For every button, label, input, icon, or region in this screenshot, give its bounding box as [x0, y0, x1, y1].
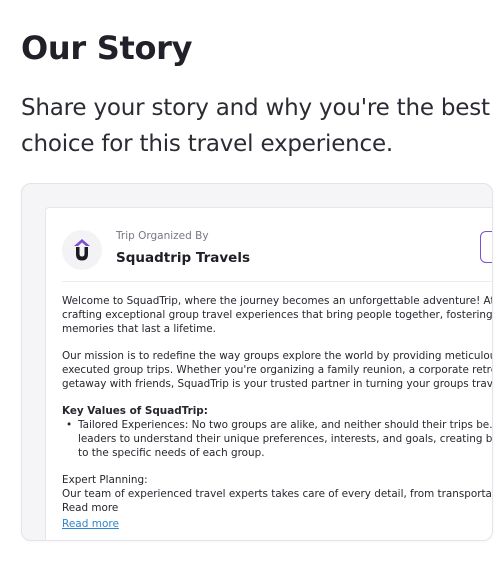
organizer-caption: Trip Organized By	[116, 230, 209, 242]
values-bullet-line: Tailored Experiences: No two groups are …	[62, 418, 492, 432]
read-more-inline-text: Read more	[62, 502, 119, 514]
values-heading: Key Values of SquadTrip:	[62, 405, 208, 417]
story-body: Welcome to SquadTrip, where the journey …	[62, 294, 493, 515]
story-line: Welcome to SquadTrip, where the journey …	[62, 295, 493, 307]
story-line: memories that last a lifetime.	[62, 323, 216, 335]
story-preview-frame: Trip Organized By Squadtrip Travels Welc…	[21, 183, 493, 541]
expert-heading: Expert Planning:	[62, 474, 148, 486]
card-divider	[62, 281, 492, 282]
organizer-name: Squadtrip Travels	[116, 250, 250, 266]
story-line: executed group trips. Whether you're org…	[62, 364, 493, 376]
story-line: crafting exceptional group travel experi…	[62, 309, 493, 321]
organizer-action-button[interactable]	[480, 231, 492, 263]
values-bullet-line: to the specific needs of each group.	[78, 447, 265, 459]
story-line: getaway with friends, SquadTrip is your …	[62, 378, 493, 390]
story-line: Our mission is to redefine the way group…	[62, 350, 493, 362]
section-title: Our Story	[21, 29, 193, 67]
squadtrip-logo-icon	[62, 230, 102, 270]
values-bullet-line: leaders to understand their unique prefe…	[78, 433, 493, 445]
expert-line: Our team of experienced travel experts t…	[62, 488, 493, 500]
section-subtitle: Share your story and why you're the best…	[21, 95, 490, 157]
our-story-section: Our Story Share your story and why you'r…	[0, 0, 503, 564]
read-more-link[interactable]: Read more	[62, 518, 119, 530]
organizer-story-card: Trip Organized By Squadtrip Travels Welc…	[45, 207, 493, 540]
